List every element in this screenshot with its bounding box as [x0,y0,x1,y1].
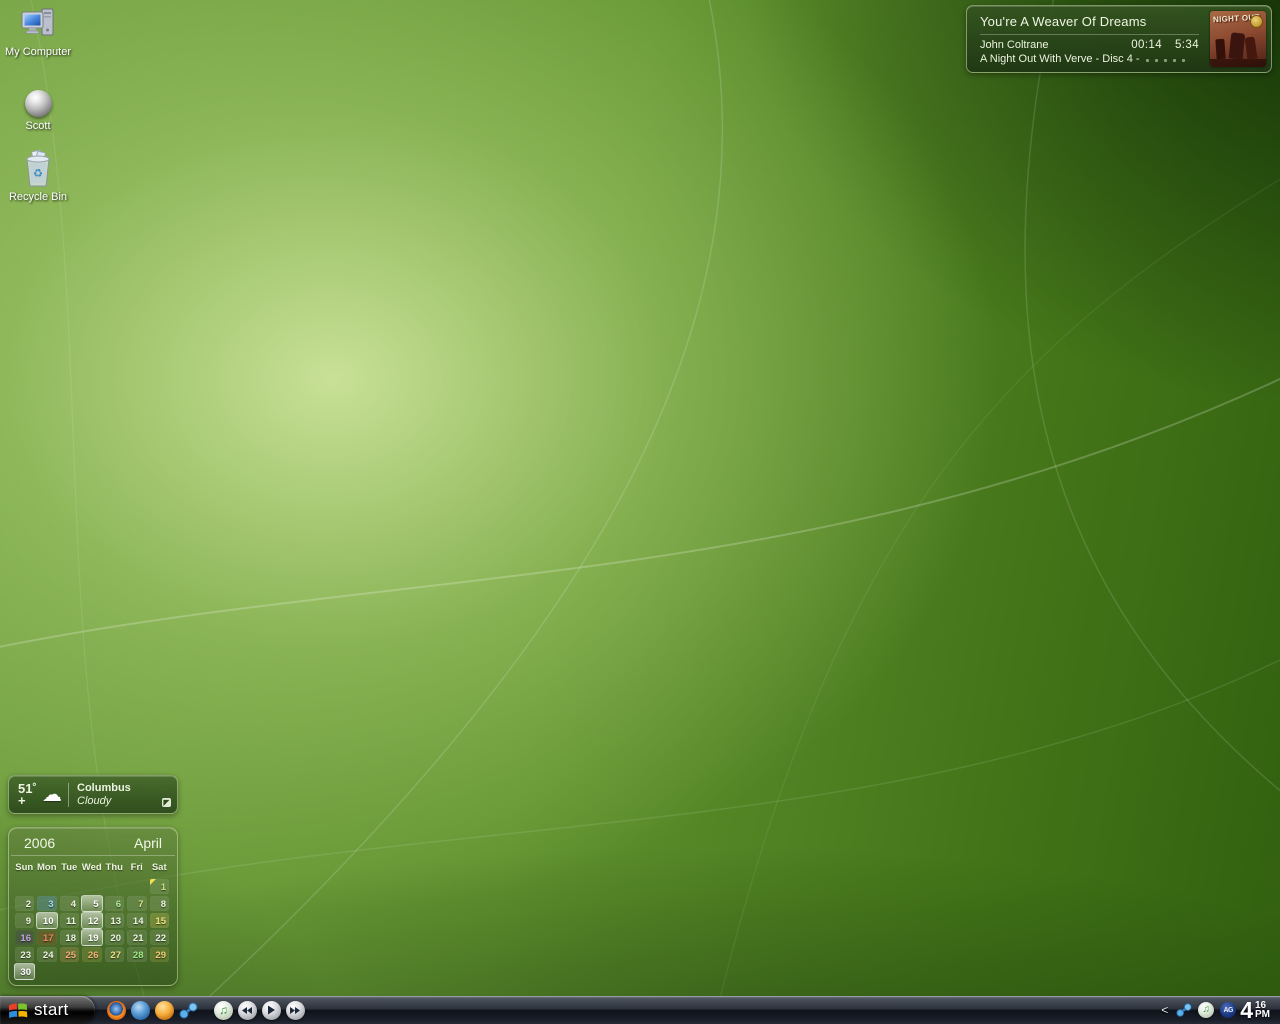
calendar-day[interactable]: 26 [82,947,102,962]
calendar-day[interactable]: 12 [81,912,103,929]
calendar-day[interactable]: 27 [105,947,125,962]
calendar-day[interactable]: 29 [150,947,170,962]
track-artist: John Coltrane [980,39,1049,51]
calendar-empty-cell [127,879,147,894]
calendar-month[interactable]: April [134,835,162,851]
ag-tray-icon[interactable]: AG [1220,1002,1236,1018]
calendar-day[interactable]: 21 [127,930,147,945]
calendar-empty-cell [105,879,125,894]
desktop-icon-label: Scott [2,120,74,132]
itunes-icon[interactable]: ♫ [214,1001,233,1020]
desktop: My Computer Scott ♻ Recycle Bin You're A… [0,0,1280,1024]
desktop-icon-label: Recycle Bin [2,191,74,203]
media-controls: ♫ [214,1001,305,1020]
calendar-day[interactable]: 16 [15,930,35,945]
calendar-day[interactable]: 22 [150,930,170,945]
desktop-icon-scott[interactable]: Scott [2,79,74,132]
calendar-empty-cell [82,879,102,894]
start-button[interactable]: start [0,996,95,1024]
itunes-tray-icon[interactable]: ♫ [1198,1002,1214,1018]
calendar-year[interactable]: 2006 [24,835,55,851]
calendar-day[interactable]: 24 [37,947,57,962]
calendar-day[interactable]: 5 [81,895,103,912]
calendar-day[interactable]: 6 [105,896,125,911]
calendar-day[interactable]: 18 [60,930,80,945]
calendar-day[interactable]: 7 [127,896,147,911]
weather-widget[interactable]: 51˚ + ☁ Columbus Cloudy ◤ [8,775,178,814]
music-player-widget[interactable]: You're A Weaver Of Dreams John Coltrane … [966,5,1272,73]
recycle-bin-icon: ♻ [2,150,74,188]
calendar-day[interactable]: 2 [15,896,35,911]
calendar-empty-cell [60,879,80,894]
weather-city: Columbus [77,782,131,795]
calendar-day[interactable]: 19 [81,929,103,946]
desktop-icon-recycle-bin[interactable]: ♻ Recycle Bin [2,150,74,203]
divider [68,783,69,807]
my-computer-icon [2,5,74,43]
start-button-label: start [34,1000,69,1020]
calendar-day-headers: Sun Mon Tue Wed Thu Fri Sat [9,856,177,875]
calendar-day[interactable]: 23 [15,947,35,962]
previous-track-icon[interactable] [238,1001,257,1020]
rating-dots[interactable] [1146,59,1185,62]
calendar-empty-cell [15,879,35,894]
windows-logo-icon [8,1000,29,1020]
album-art[interactable]: NIGHT OUT [1210,11,1266,67]
calendar-day[interactable]: 1 [150,879,170,894]
add-location-button[interactable]: + [18,795,42,807]
calendar-day[interactable]: 4 [60,896,80,911]
background-arcs [0,0,1280,1024]
sticky-corner-icon [150,879,156,885]
calendar-day[interactable]: 20 [105,930,125,945]
calendar-day[interactable]: 28 [127,947,147,962]
play-icon[interactable] [262,1001,281,1020]
calendar-day[interactable]: 13 [105,913,125,928]
verve-logo-icon [1250,15,1263,28]
next-track-icon[interactable] [286,1001,305,1020]
konfabulator-tray-icon[interactable] [1176,1002,1192,1018]
calendar-day[interactable]: 9 [15,913,35,928]
calendar-day[interactable]: 8 [150,896,170,911]
ag-badge-label: AG [1223,1007,1233,1014]
taskbar-clock[interactable]: 4 16 PM [1240,999,1270,1021]
thunderbird-icon[interactable] [131,1001,150,1020]
quick-launch [107,1001,198,1020]
desktop-icon-label: My Computer [2,46,74,58]
expand-icon[interactable]: ◤ [162,798,171,807]
calendar-day[interactable]: 14 [127,913,147,928]
calendar-day[interactable]: 30 [14,963,36,980]
calendar-day[interactable]: 10 [36,912,58,929]
svg-text:♻: ♻ [33,168,43,180]
user-sphere-icon [2,79,74,117]
calendar-day[interactable]: 3 [37,896,57,911]
konfabulator-icon[interactable] [179,1001,198,1020]
clock-ampm: PM [1255,1010,1270,1019]
weather-condition: Cloudy [77,795,131,808]
calendar-empty-cell [37,879,57,894]
cloud-icon: ☁ [42,786,62,804]
tray-collapse-chevron[interactable]: < [1159,1003,1170,1017]
calendar-day[interactable]: 25 [60,947,80,962]
taskbar: start ♫ [0,996,1280,1024]
system-tray: < ♫ AG [1159,1002,1236,1018]
clock-hour: 4 [1240,999,1253,1021]
calendar-day[interactable]: 15 [150,913,170,928]
calendar-day[interactable]: 11 [60,913,80,928]
firefox-icon[interactable] [107,1001,126,1020]
music-info: You're A Weaver Of Dreams John Coltrane … [967,6,1199,72]
calendar-widget[interactable]: 2006 April Sun Mon Tue Wed Thu Fri Sat 1… [8,827,178,986]
calendar-grid: 1234567891011121314151617181920212223242… [9,875,177,980]
track-album: A Night Out With Verve - Disc 4 - [980,53,1140,65]
track-times: 00:145:34 [1131,39,1199,51]
calendar-day[interactable]: 17 [37,930,57,945]
desktop-icon-my-computer[interactable]: My Computer [2,5,74,58]
track-title: You're A Weaver Of Dreams [980,11,1199,35]
amber-ball-icon[interactable] [155,1001,174,1020]
